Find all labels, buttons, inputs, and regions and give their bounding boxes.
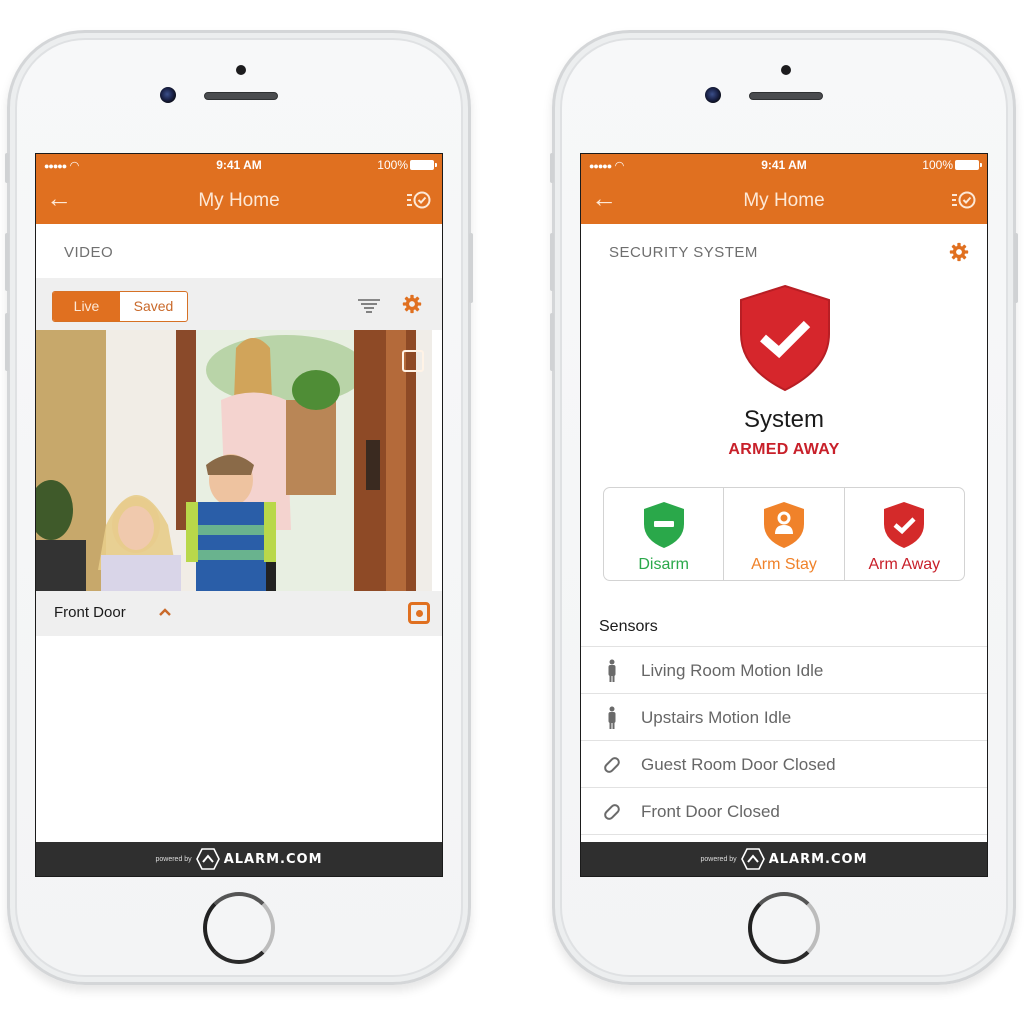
arm-stay-button[interactable]: Arm Stay: [724, 488, 845, 580]
chevron-up-icon[interactable]: [158, 605, 172, 619]
gear-icon[interactable]: [402, 294, 422, 314]
gear-icon[interactable]: [949, 242, 969, 262]
proximity-sensor: [236, 65, 246, 75]
arm-away-button[interactable]: Arm Away: [845, 488, 964, 580]
mute-switch: [5, 153, 9, 183]
section-title: VIDEO: [64, 244, 114, 261]
shield-check-icon: [884, 502, 925, 548]
volume-up-button: [5, 233, 9, 291]
arm-away-label: Arm Away: [868, 556, 941, 573]
battery-icon: [410, 160, 437, 170]
sensors-heading: Sensors: [599, 618, 658, 635]
nav-bar: ← My Home: [581, 176, 987, 224]
volume-down-button: [5, 313, 9, 371]
record-icon[interactable]: [408, 602, 430, 624]
brand-name: ALARM.COM: [768, 851, 868, 867]
battery-icon: [955, 160, 982, 170]
home-button: [748, 892, 820, 964]
filter-icon[interactable]: [358, 298, 380, 314]
sensor-label: Guest Room Door Closed: [641, 755, 836, 774]
section-header: SECURITY SYSTEM: [581, 224, 987, 278]
battery-percent: 100%: [922, 158, 953, 172]
screen: ●●●●● ◠ 9:41 AM 100% ← My Home VIDEO Live…: [35, 153, 443, 877]
shield-check-icon: [740, 284, 830, 392]
motion-person-icon: [608, 659, 616, 682]
screen: ●●●●● ◠ 9:41 AM 100% ← My Home SECURITY S…: [580, 153, 988, 877]
volume-up-button: [550, 233, 554, 291]
camera-selector[interactable]: Front Door: [36, 591, 442, 636]
alarm-com-logo-icon: [195, 848, 220, 870]
sensor-label: Front Door Closed: [641, 802, 780, 821]
page-title: My Home: [198, 190, 280, 211]
nav-bar: ← My Home: [36, 176, 442, 224]
powered-by-footer: powered by ALARM.COM: [581, 842, 987, 876]
shield-minus-icon: [643, 502, 684, 548]
arm-stay-label: Arm Stay: [751, 556, 817, 573]
disarm-label: Disarm: [638, 556, 689, 573]
front-camera-icon: [160, 87, 176, 103]
system-armed-status: ARMED AWAY: [728, 441, 840, 458]
arm-mode-panel: Disarm Arm Stay Arm Away: [603, 487, 965, 581]
section-title: SECURITY SYSTEM: [609, 244, 758, 261]
power-button: [1014, 233, 1018, 303]
live-saved-toggle[interactable]: Live Saved: [52, 291, 188, 322]
sensor-label: Upstairs Motion Idle: [641, 708, 792, 727]
camera-live-feed[interactable]: [36, 330, 432, 591]
door-contact-icon: [604, 757, 620, 773]
status-bar: ●●●●● ◠ 9:41 AM 100%: [581, 154, 987, 176]
shield-person-icon: [763, 502, 804, 548]
camera-name: Front Door: [54, 604, 126, 621]
sensor-row[interactable]: Upstairs Motion Idle: [581, 694, 987, 741]
tab-live[interactable]: Live: [53, 292, 120, 321]
mute-switch: [550, 153, 554, 183]
motion-person-icon: [608, 706, 616, 729]
powered-by-footer: powered by ALARM.COM: [36, 842, 442, 876]
disarm-button[interactable]: Disarm: [604, 488, 725, 580]
section-header: VIDEO: [36, 224, 442, 278]
power-button: [469, 233, 473, 303]
sensor-label: Living Room Motion Idle: [641, 661, 824, 680]
phone-video: ●●●●● ◠ 9:41 AM 100% ← My Home VIDEO Live…: [5, 30, 473, 985]
video-frame-image: [36, 330, 432, 591]
earpiece-speaker: [749, 92, 823, 100]
home-button: [203, 892, 275, 964]
phone-security: ●●●●● ◠ 9:41 AM 100% ← My Home SECURITY S…: [550, 30, 1018, 985]
sensor-list: Living Room Motion Idle Upstairs Motion …: [581, 646, 987, 835]
brand-name: ALARM.COM: [223, 851, 323, 867]
battery-percent: 100%: [377, 158, 408, 172]
alarm-com-logo-icon: [740, 848, 765, 870]
sensor-row[interactable]: Living Room Motion Idle: [581, 647, 987, 694]
video-toolbar: Live Saved: [36, 278, 442, 330]
powered-by-label: powered by: [700, 855, 737, 863]
expand-icon[interactable]: [402, 350, 424, 372]
volume-down-button: [550, 313, 554, 371]
sensor-row[interactable]: Guest Room Door Closed: [581, 741, 987, 788]
list-check-icon[interactable]: [951, 190, 977, 210]
door-contact-icon: [604, 804, 620, 820]
proximity-sensor: [781, 65, 791, 75]
status-bar: ●●●●● ◠ 9:41 AM 100%: [36, 154, 442, 176]
sensor-row[interactable]: Front Door Closed: [581, 788, 987, 835]
earpiece-speaker: [204, 92, 278, 100]
front-camera-icon: [705, 87, 721, 103]
tab-saved[interactable]: Saved: [120, 292, 187, 321]
page-title: My Home: [743, 190, 825, 211]
list-check-icon[interactable]: [406, 190, 432, 210]
powered-by-label: powered by: [155, 855, 192, 863]
system-name: System: [743, 406, 824, 433]
